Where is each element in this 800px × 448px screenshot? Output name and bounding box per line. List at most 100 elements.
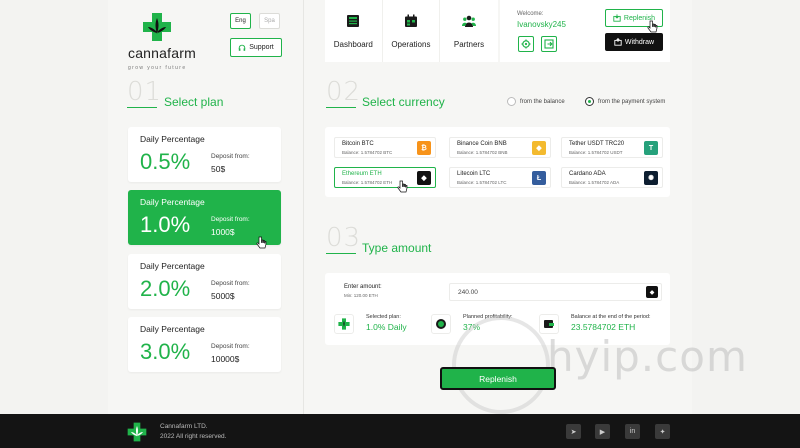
gear-icon bbox=[521, 39, 531, 49]
currency-name: Bitcoin BTC bbox=[342, 141, 374, 147]
youtube-icon[interactable]: ▶ bbox=[595, 424, 610, 439]
withdraw-icon bbox=[614, 38, 622, 46]
welcome-label: Welcome: bbox=[517, 11, 544, 17]
ethereum-icon: ◆ bbox=[646, 286, 658, 298]
plan-deposit-label: Deposit from: bbox=[211, 280, 250, 287]
headset-icon bbox=[238, 44, 246, 51]
plan-title: Daily Percentage bbox=[140, 324, 205, 334]
nav-partners[interactable]: Partners bbox=[440, 0, 498, 62]
withdraw-label: Withdraw bbox=[624, 38, 655, 46]
currency-balance: Balance: 1.5784702 LTC bbox=[457, 180, 507, 185]
section-plan-title: Select plan bbox=[164, 95, 224, 109]
plan-deposit-label: Deposit from: bbox=[211, 343, 250, 350]
main-panel bbox=[304, 0, 692, 414]
amount-input[interactable]: 240.00 ◆ bbox=[449, 283, 662, 301]
footer: Cannafarm LTD. 2022 All right reserved. … bbox=[0, 414, 800, 448]
footer-copyright: 2022 All right reserved. bbox=[160, 433, 227, 440]
withdraw-button[interactable]: Withdraw bbox=[605, 33, 663, 51]
section-plan-underline bbox=[127, 107, 157, 108]
plan-percent: 3.0% bbox=[140, 339, 191, 364]
section-amount-number: 03 bbox=[326, 223, 362, 253]
radio-from-payment-system[interactable]: from the payment system bbox=[585, 97, 665, 106]
brand-name: cannafarm bbox=[128, 45, 196, 61]
settings-button[interactable] bbox=[518, 36, 534, 52]
replenish-top-label: Replenish bbox=[623, 14, 656, 22]
plan-deposit-value: 5000$ bbox=[211, 291, 235, 301]
nav-operations-label: Operations bbox=[391, 40, 431, 49]
currency-option-eth[interactable]: Ethereum ETH Balance: 1.5784702 ETH ◆ bbox=[334, 167, 436, 188]
binance-icon: ◆ bbox=[532, 141, 546, 155]
stat-label: Balance at the end of the period: bbox=[571, 314, 651, 320]
section-currency-title: Select currency bbox=[362, 95, 445, 109]
wallet-icon bbox=[539, 314, 559, 334]
stat-label: Planned profitability: bbox=[463, 314, 513, 320]
bitcoin-icon: ₿ bbox=[417, 141, 431, 155]
replenish-submit-button[interactable]: Replenish bbox=[440, 367, 556, 390]
stat-value: 1.0% Daily bbox=[366, 322, 407, 332]
support-label: Support bbox=[249, 44, 274, 51]
plan-card-selected[interactable]: Daily Percentage 1.0% Deposit from: 1000… bbox=[128, 190, 281, 245]
cannafarm-logo-icon bbox=[127, 422, 147, 442]
currency-balance: Balance: 1.5784702 ADA bbox=[569, 180, 620, 185]
nav-operations[interactable]: Operations bbox=[383, 0, 441, 62]
currency-option-btc[interactable]: Bitcoin BTC Balance: 1.5784702 BTC ₿ bbox=[334, 137, 436, 158]
deposit-icon bbox=[613, 14, 621, 22]
language-spa-button[interactable]: Spa bbox=[259, 13, 280, 29]
section-currency-number: 02 bbox=[326, 77, 362, 107]
currency-option-ltc[interactable]: Litecoin LTC Balance: 1.5784702 LTC Ł bbox=[449, 167, 551, 188]
replenish-top-button[interactable]: Replenish bbox=[605, 9, 663, 27]
section-plan-number: 01 bbox=[127, 77, 163, 107]
linkedin-icon[interactable]: in bbox=[625, 424, 640, 439]
dashboard-icon bbox=[347, 15, 360, 27]
percent-icon bbox=[431, 314, 451, 334]
ethereum-icon: ◆ bbox=[417, 171, 431, 185]
currency-balance: Balance: 1.5784702 BTC bbox=[342, 150, 393, 155]
currency-name: Litecoin LTC bbox=[457, 171, 491, 177]
currency-balance: Balance: 1.5784702 BNB bbox=[457, 150, 508, 155]
currency-option-usdt[interactable]: Tether USDT TRC20 Balance: 1.5784702 USD… bbox=[561, 137, 663, 158]
tether-icon: T bbox=[644, 141, 658, 155]
plan-deposit-value: 10000$ bbox=[211, 354, 240, 364]
section-amount-underline bbox=[326, 253, 356, 254]
partners-icon bbox=[461, 15, 476, 27]
amount-panel: Enter amount: Min: 120.00 ETH 240.00 ◆ S… bbox=[325, 273, 670, 345]
currency-name: Binance Coin BNB bbox=[457, 141, 507, 147]
user-card: Welcome: Ivanovsky245 Replenish Withdraw bbox=[500, 0, 670, 62]
plan-title: Daily Percentage bbox=[140, 134, 205, 144]
plan-title: Daily Percentage bbox=[140, 197, 205, 207]
currency-option-bnb[interactable]: Binance Coin BNB Balance: 1.5784702 BNB … bbox=[449, 137, 551, 158]
twitter-icon[interactable]: ✦ bbox=[655, 424, 670, 439]
plan-card[interactable]: Daily Percentage 3.0% Deposit from: 1000… bbox=[128, 317, 281, 372]
stat-value: 23.5784702 ETH bbox=[571, 322, 636, 332]
radio-dot bbox=[507, 97, 516, 106]
section-currency-underline bbox=[326, 107, 356, 108]
support-button[interactable]: Support bbox=[230, 38, 282, 57]
plan-card[interactable]: Daily Percentage 2.0% Deposit from: 5000… bbox=[128, 254, 281, 309]
nav-dashboard[interactable]: Dashboard bbox=[325, 0, 383, 62]
language-eng-button[interactable]: Eng bbox=[230, 13, 251, 29]
calendar-icon bbox=[404, 14, 417, 27]
currency-panel: Bitcoin BTC Balance: 1.5784702 BTC ₿ Bin… bbox=[325, 127, 670, 197]
nav-partners-label: Partners bbox=[453, 40, 485, 49]
radio-from-balance[interactable]: from the balance bbox=[507, 97, 565, 106]
leaf-icon bbox=[334, 314, 354, 334]
currency-name: Tether USDT TRC20 bbox=[569, 141, 625, 147]
cardano-icon: ✺ bbox=[644, 171, 658, 185]
currency-balance: Balance: 1.5784702 USDT bbox=[569, 150, 623, 155]
plan-deposit-value: 1000$ bbox=[211, 227, 235, 237]
currency-name: Cardano ADA bbox=[569, 171, 606, 177]
plan-card[interactable]: Daily Percentage 0.5% Deposit from: 50$ bbox=[128, 127, 281, 182]
amount-label: Enter amount: bbox=[344, 284, 382, 290]
telegram-icon[interactable]: ➤ bbox=[566, 424, 581, 439]
username[interactable]: Ivanovsky245 bbox=[517, 20, 566, 29]
section-amount-title: Type amount bbox=[362, 241, 432, 255]
litecoin-icon: Ł bbox=[532, 171, 546, 185]
plan-percent: 0.5% bbox=[140, 149, 191, 174]
cannafarm-logo-icon bbox=[143, 13, 171, 41]
currency-name: Ethereum ETH bbox=[342, 171, 382, 177]
logout-button[interactable] bbox=[541, 36, 557, 52]
radio-dot-selected bbox=[585, 97, 594, 106]
brand-tagline: grow your future bbox=[128, 65, 187, 71]
currency-option-ada[interactable]: Cardano ADA Balance: 1.5784702 ADA ✺ bbox=[561, 167, 663, 188]
radio-from-balance-label: from the balance bbox=[520, 98, 565, 105]
